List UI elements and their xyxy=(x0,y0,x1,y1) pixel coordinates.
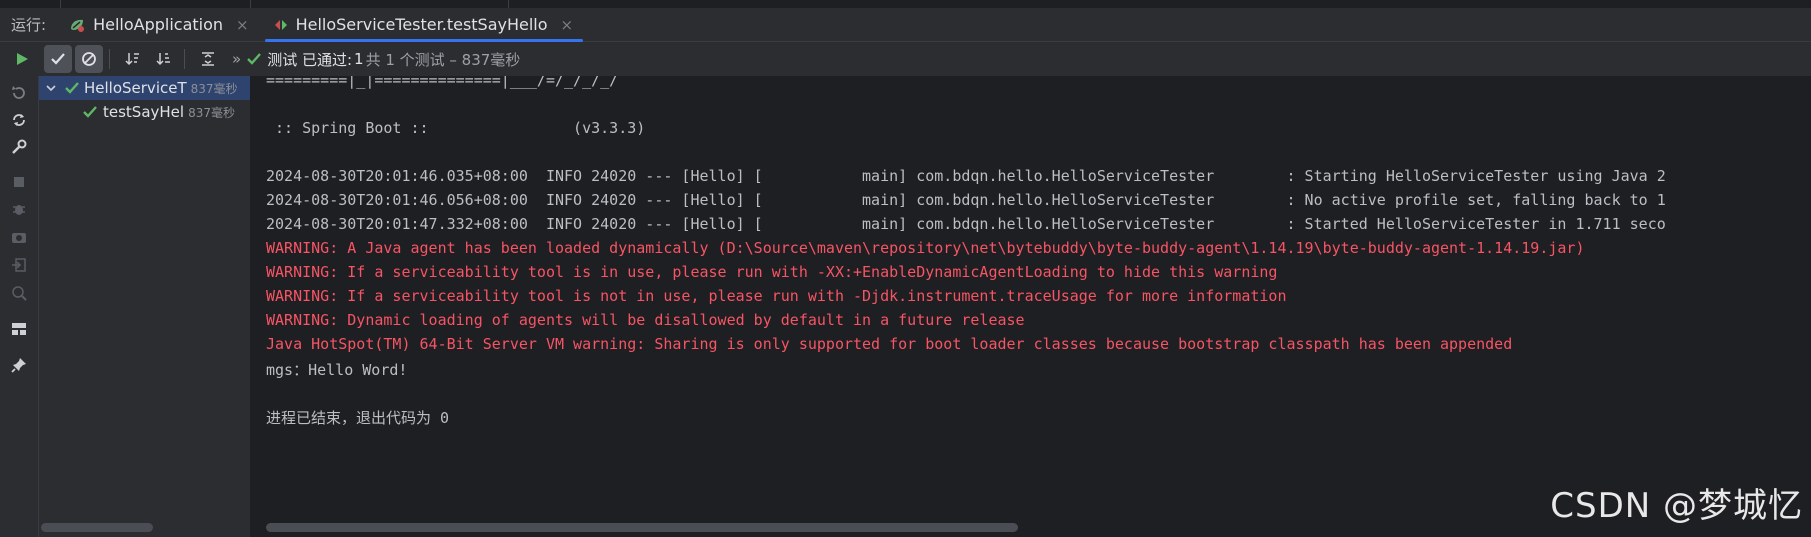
console-line: 2024-08-30T20:01:46.056+08:00 INFO 24020… xyxy=(266,191,1666,209)
checkmark-icon xyxy=(51,53,65,65)
settings-button[interactable] xyxy=(8,136,30,158)
console-warning-line: WARNING: A Java agent has been loaded dy… xyxy=(266,239,1585,257)
layout-icon xyxy=(12,323,26,335)
top-strip-segment xyxy=(60,0,251,8)
sort-alphabetically-button[interactable] xyxy=(119,45,147,73)
tree-node-test-method[interactable]: testSayHel 837毫秒 xyxy=(39,100,250,124)
debug-button[interactable] xyxy=(8,198,30,220)
wrench-icon xyxy=(12,139,27,154)
console-line: mgs：Hello Word! xyxy=(266,361,408,379)
test-toolbar: » 测试 已通过: 1 共 1 个测试 – 837毫秒 xyxy=(0,42,1811,76)
screenshot-button[interactable] xyxy=(8,226,30,248)
status-prefix: 测试 已通过: xyxy=(267,50,353,69)
layout-button[interactable] xyxy=(8,318,30,340)
tree-node-name: testSayHel xyxy=(103,103,185,121)
ignored-icon xyxy=(82,52,96,66)
expand-all-icon xyxy=(202,52,214,66)
tree-horizontal-scrollbar[interactable] xyxy=(41,523,153,532)
bug-icon xyxy=(13,205,25,215)
chevron-down-icon[interactable] xyxy=(45,83,57,93)
sort-by-duration-button[interactable] xyxy=(150,45,178,73)
top-strip-segment xyxy=(250,0,509,8)
stop-button[interactable] xyxy=(8,171,30,193)
expand-all-button[interactable] xyxy=(194,45,222,73)
tab-title: HelloApplication xyxy=(93,15,224,34)
tab-test-say-hello[interactable]: HelloServiceTester.testSayHello × xyxy=(263,8,588,42)
sort-alpha-icon xyxy=(125,53,139,66)
toolbar-separator xyxy=(109,49,110,69)
test-run-icon xyxy=(274,19,287,30)
console-warning-line: WARNING: Dynamic loading of agents will … xyxy=(266,311,1025,329)
checkmark-icon xyxy=(247,53,262,65)
console-warning-line: WARNING: If a serviceability tool is not… xyxy=(266,287,1287,305)
coverage-icon xyxy=(12,286,27,301)
console-horizontal-scrollbar[interactable] xyxy=(266,523,1018,532)
more-actions-icon[interactable]: » xyxy=(232,50,241,68)
stop-icon xyxy=(14,177,24,187)
coverage-button[interactable] xyxy=(8,282,30,304)
tab-hello-application[interactable]: HelloApplication × xyxy=(58,8,263,41)
console-line: :: Spring Boot :: (v3.3.3) xyxy=(266,119,646,137)
top-strip-segment xyxy=(0,0,61,8)
left-action-strip xyxy=(0,76,39,537)
tab-title: HelloServiceTester.testSayHello xyxy=(295,15,548,34)
toolbar-separator xyxy=(184,49,185,69)
spring-app-icon xyxy=(71,19,85,32)
sort-duration-icon xyxy=(156,53,170,66)
checkmark-icon xyxy=(65,82,79,94)
test-results-tree: HelloServiceT 837毫秒 testSayHel 837毫秒 xyxy=(39,76,251,537)
pin-tab-button[interactable] xyxy=(8,354,30,376)
play-icon xyxy=(17,53,28,65)
camera-icon xyxy=(12,233,26,243)
show-ignored-toggle[interactable] xyxy=(75,45,103,73)
tree-node-name: HelloServiceT xyxy=(84,79,187,97)
import-tests-button[interactable] xyxy=(8,254,30,276)
watermark: CSDN @梦城忆 xyxy=(1550,486,1803,526)
test-status: 测试 已通过: 1 共 1 个测试 – 837毫秒 xyxy=(247,49,520,70)
show-passed-toggle[interactable] xyxy=(44,45,72,73)
tree-node-duration: 837毫秒 xyxy=(190,81,238,96)
close-icon[interactable]: × xyxy=(561,16,574,34)
status-detail: 共 1 个测试 – 837毫秒 xyxy=(365,50,521,69)
run-tab-bar: 运行: HelloApplication × HelloServiceTeste… xyxy=(0,8,1811,42)
console-exit-line: 进程已结束，退出代码为 0 xyxy=(266,409,450,427)
status-count: 1 xyxy=(354,50,364,68)
rerun-failed-button[interactable] xyxy=(8,82,30,104)
top-window-strip xyxy=(0,0,1811,8)
console-warning-line: Java HotSpot(TM) 64-Bit Server VM warnin… xyxy=(266,335,1513,353)
console-line: =========|_|==============|___/=/_/_/_/ xyxy=(266,76,619,89)
console-output[interactable]: =========|_|==============|___/=/_/_/_/ … xyxy=(251,76,1811,522)
tree-node-test-class[interactable]: HelloServiceT 837毫秒 xyxy=(39,76,250,100)
tree-node-duration: 837毫秒 xyxy=(188,105,235,120)
console-line: 2024-08-30T20:01:47.332+08:00 INFO 24020… xyxy=(266,215,1666,233)
console-warning-line: WARNING: If a serviceability tool is in … xyxy=(266,263,1278,281)
rerun-failed-icon xyxy=(12,86,25,99)
console-line: 2024-08-30T20:01:46.035+08:00 INFO 24020… xyxy=(266,167,1666,185)
checkmark-icon xyxy=(83,106,97,118)
pin-icon xyxy=(11,358,26,373)
run-panel-label: 运行: xyxy=(11,16,47,34)
close-icon[interactable]: × xyxy=(236,16,249,34)
auto-test-icon xyxy=(13,114,25,126)
toggle-auto-test-button[interactable] xyxy=(8,109,30,131)
import-icon xyxy=(12,258,26,272)
rerun-button[interactable] xyxy=(8,45,36,73)
